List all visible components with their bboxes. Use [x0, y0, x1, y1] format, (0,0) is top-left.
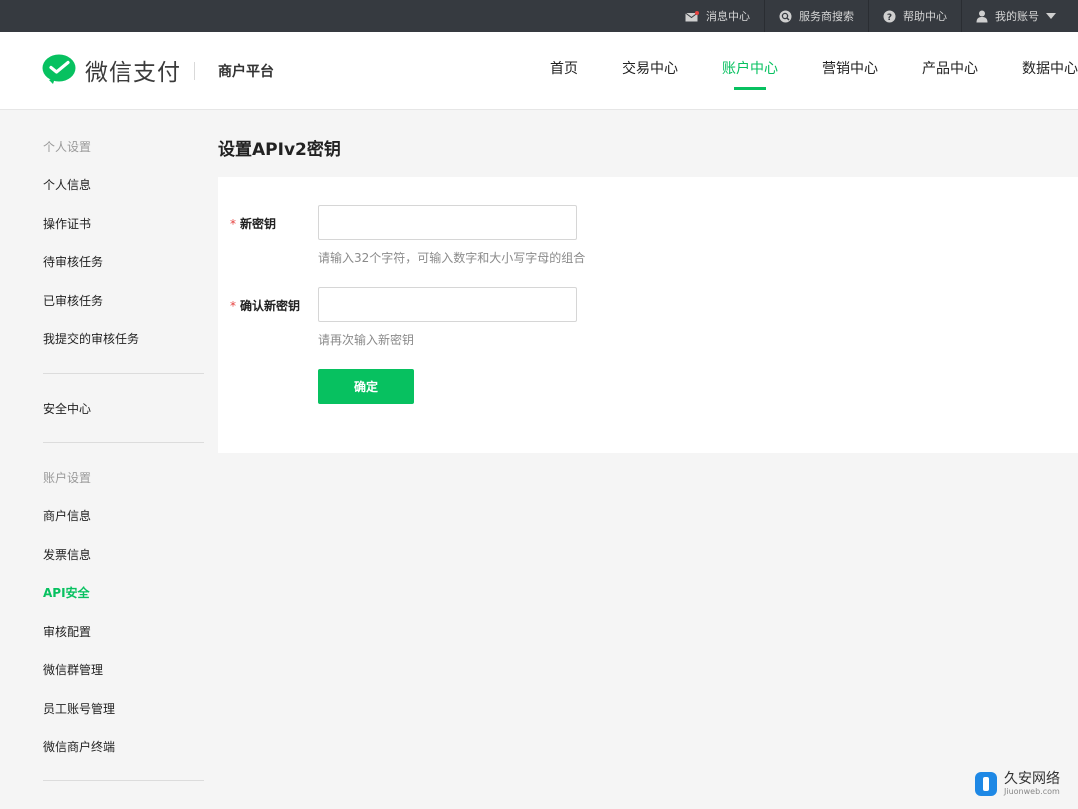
nav-trade-center[interactable]: 交易中心 [600, 32, 700, 110]
api-key-form-card: * 新密钥 请输入32个字符，可输入数字和大小写字母的组合 * 确认新密钥 请再次输… [218, 177, 1078, 453]
help-center-link[interactable]: ? 帮助中心 [868, 0, 961, 32]
my-account-label: 我的账号 [995, 10, 1039, 23]
required-mark: * [230, 299, 236, 313]
new-key-hint: 请输入32个字符，可输入数字和大小写字母的组合 [318, 251, 586, 265]
sidebar-item-merchant-info[interactable]: 商户信息 [43, 507, 91, 524]
watermark-subtext: Jiuonweb.com [1004, 786, 1060, 796]
nav-home[interactable]: 首页 [528, 32, 600, 110]
confirm-key-hint: 请再次输入新密钥 [318, 333, 415, 347]
my-account-menu[interactable]: 我的账号 [961, 0, 1070, 32]
message-center-link[interactable]: 消息中心 [671, 0, 764, 32]
provider-search-link[interactable]: 服务商搜索 [764, 0, 868, 32]
svg-text:?: ? [887, 12, 892, 22]
help-icon: ? [883, 10, 896, 22]
confirm-button[interactable]: 确定 [318, 369, 414, 404]
sidebar-section-personal: 个人设置 [43, 140, 92, 154]
nav-account-center[interactable]: 账户中心 [700, 32, 800, 110]
sidebar-item-invoice-info[interactable]: 发票信息 [43, 546, 91, 563]
sidebar-item-security-center[interactable]: 安全中心 [43, 400, 91, 417]
sidebar-section-account: 账户设置 [43, 471, 92, 485]
sidebar-divider [43, 442, 204, 443]
logo-text: 微信支付 [85, 60, 181, 86]
sidebar-divider [43, 373, 204, 374]
sidebar-item-certificate[interactable]: 操作证书 [43, 215, 91, 232]
sidebar-item-api-security[interactable]: API安全 [43, 584, 90, 601]
provider-search-label: 服务商搜索 [799, 10, 854, 23]
sidebar-item-merchant-terminal[interactable]: 微信商户终端 [43, 738, 115, 755]
user-icon [976, 10, 988, 22]
sidebar-item-wechat-group[interactable]: 微信群管理 [43, 661, 103, 678]
platform-name: 商户平台 [218, 64, 274, 80]
page-title: 设置APIv2密钥 [218, 140, 341, 160]
search-icon [779, 10, 792, 22]
required-mark: * [230, 217, 236, 231]
chevron-down-icon [1046, 13, 1056, 19]
new-key-label: * 新密钥 [230, 217, 277, 231]
main-nav: 首页 交易中心 账户中心 营销中心 产品中心 数据中心 [528, 32, 1078, 110]
new-key-input[interactable] [318, 205, 577, 240]
sidebar-divider [43, 780, 204, 781]
watermark-text: 久安网络 [1004, 770, 1060, 787]
watermark: 久安网络 Jiuonweb.com [974, 771, 1060, 797]
sidebar-item-review-config[interactable]: 审核配置 [43, 623, 91, 640]
nav-data-center[interactable]: 数据中心 [1000, 32, 1078, 110]
message-icon [685, 10, 699, 21]
message-center-label: 消息中心 [706, 10, 750, 23]
help-center-label: 帮助中心 [903, 10, 947, 23]
wechat-pay-logo[interactable]: 微信支付 [42, 53, 181, 87]
sidebar-item-reviewed[interactable]: 已审核任务 [43, 292, 103, 309]
sidebar-item-pending-review[interactable]: 待审核任务 [43, 253, 103, 270]
site-header: 微信支付 商户平台 首页 交易中心 账户中心 营销中心 产品中心 数据中心 [0, 32, 1078, 110]
top-utility-bar: 消息中心 服务商搜索 ? 帮助中心 我的账号 [0, 0, 1078, 32]
sidebar-item-staff-accounts[interactable]: 员工账号管理 [43, 700, 115, 717]
confirm-key-label: * 确认新密钥 [230, 299, 301, 313]
nav-product-center[interactable]: 产品中心 [900, 32, 1000, 110]
sidebar-item-my-submitted[interactable]: 我提交的审核任务 [43, 330, 139, 347]
nav-marketing-center[interactable]: 营销中心 [800, 32, 900, 110]
sidebar-item-personal-info[interactable]: 个人信息 [43, 176, 91, 193]
logo-divider [194, 62, 195, 80]
watermark-logo-icon [975, 772, 997, 796]
wechat-pay-logo-icon [42, 54, 76, 84]
confirm-key-input[interactable] [318, 287, 577, 322]
